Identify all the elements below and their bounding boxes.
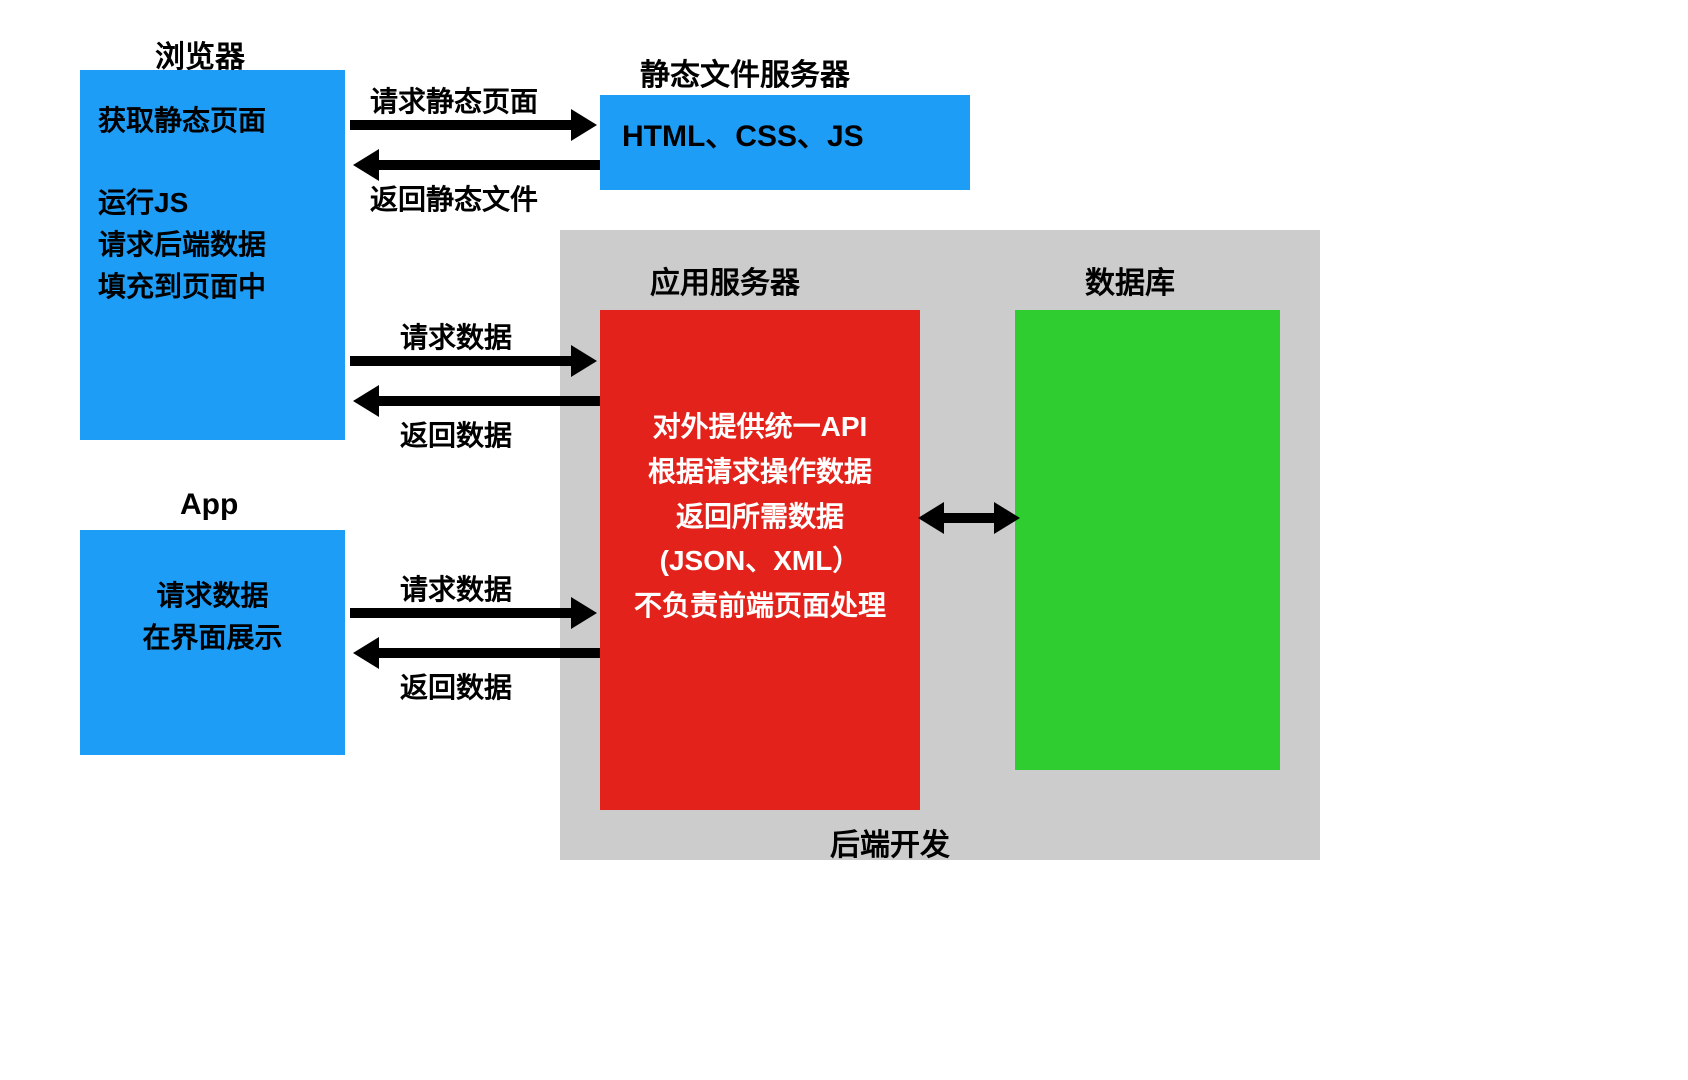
backend-dev-title: 后端开发 [830,820,950,864]
application-server-title: 应用服务器 [650,258,800,302]
app-line1: 请求数据 [98,575,327,617]
app-line2: 在界面展示 [98,617,327,659]
arrow-request-data1-label: 请求数据 [400,316,512,356]
static-server-text: HTML、CSS、JS [622,120,864,153]
arrow-return-data1-label: 返回数据 [400,414,512,454]
database-box [1015,310,1280,770]
appserver-line2: 根据请求操作数据 [600,450,920,495]
arrow-return-static-label: 返回静态文件 [370,178,538,218]
arrow-appserver-db-icon [940,513,998,523]
appserver-line1: 对外提供统一API [600,405,920,450]
application-server-box: 对外提供统一API 根据请求操作数据 返回所需数据 (JSON、XML） 不负责… [600,310,920,810]
app-client-box: 请求数据 在界面展示 [80,530,345,755]
browser-box: 获取静态页面 运行JS 请求后端数据 填充到页面中 [80,70,345,440]
appserver-line4: (JSON、XML） [600,539,920,584]
browser-line3: 请求后端数据 [98,224,327,266]
arrow-request-data2-label: 请求数据 [400,568,512,608]
static-server-title: 静态文件服务器 [640,50,850,94]
arrow-return-data2-icon [375,648,600,658]
arrow-return-data1-icon [375,396,600,406]
arrow-return-static-icon [375,160,600,170]
arrow-request-data2-icon [350,608,575,618]
arrow-return-data2-label: 返回数据 [400,666,512,706]
static-server-box: HTML、CSS、JS [600,95,970,190]
appserver-line3: 返回所需数据 [600,495,920,540]
browser-line4: 填充到页面中 [98,266,327,308]
browser-line2: 运行JS [98,182,327,224]
arrow-request-data1-icon [350,356,575,366]
arrow-request-static-icon [350,120,575,130]
arrow-request-static-label: 请求静态页面 [370,80,538,120]
database-title: 数据库 [1085,258,1175,302]
appserver-line5: 不负责前端页面处理 [600,584,920,629]
app-title: App [180,488,238,522]
browser-line1: 获取静态页面 [98,100,327,142]
